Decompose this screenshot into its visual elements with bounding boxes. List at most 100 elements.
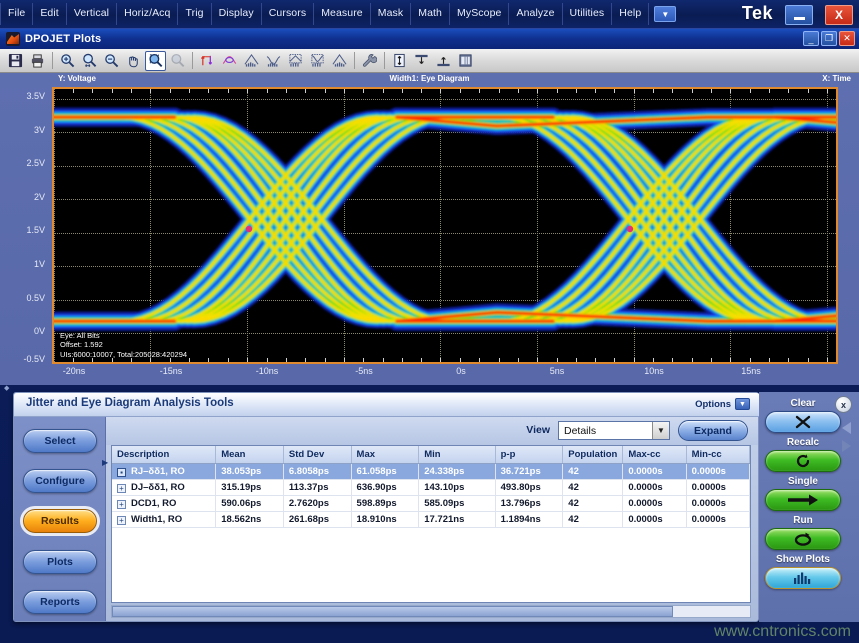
table-row[interactable]: +DCD1, RO590.06ps2.7620ps598.89ps585.09p… [112,496,750,512]
chevron-down-icon[interactable]: ▼ [735,398,750,410]
save-icon[interactable] [5,51,26,71]
menu-item-horiz-acq[interactable]: Horiz/Acq [117,3,178,25]
table-row[interactable]: +Width1, RO18.562ns261.68ps18.910ns17.72… [112,512,750,528]
dpojet-minimize-button[interactable]: _ [803,31,819,46]
col-max-cc[interactable]: Max-cc [623,446,686,464]
menu-item-math[interactable]: Math [411,3,450,25]
cell-min-cc: 0.0000s [686,512,749,528]
single-label: Single [763,476,843,487]
view-select[interactable]: Details ▼ [558,421,670,440]
histogram-peak-icon[interactable] [263,51,284,71]
eye-crossing-marker-left [246,226,252,232]
results-horizontal-scrollbar[interactable] [111,605,751,618]
eye-diagram-canvas[interactable]: Eye: All Bits Offset: 1.592 UIs:6000:100… [52,87,838,364]
edge-transition-icon[interactable] [197,51,218,71]
x-axis-ticks: -20ns -15ns -10ns -5ns 0s 5ns 10ns 15ns [52,366,838,382]
histogram-left-icon[interactable] [241,51,262,71]
col-description[interactable]: Description [112,446,216,464]
cell-p-p: 1.1894ns [495,512,563,528]
row-expand-icon[interactable]: + [117,484,126,493]
scrollbar-thumb[interactable] [112,606,673,617]
col-max[interactable]: Max [351,446,419,464]
run-button[interactable] [765,528,841,550]
cell-max: 61.058ps [351,464,419,480]
eye-mask-icon[interactable] [219,51,240,71]
col-mean[interactable]: Mean [216,446,284,464]
table-row[interactable]: +DJ–δδ1, RO315.19ps113.37ps636.90ps143.1… [112,480,750,496]
nav-button-reports[interactable]: Reports [23,590,97,614]
scope-close-button[interactable]: X [825,5,853,25]
menu-item-display[interactable]: Display [212,3,262,25]
menu-item-edit[interactable]: Edit [33,3,67,25]
top-marker-icon[interactable] [411,51,432,71]
options-label: Options [695,399,731,410]
show-plots-button[interactable] [765,567,841,589]
cell-max-cc: 0.0000s [623,464,686,480]
options-menu[interactable]: Options ▼ [695,398,750,410]
acquisition-control-rail: x Clear Recalc Single Run Show Plots [759,392,859,622]
arrow-right-icon [785,493,821,507]
row-expand-icon[interactable]: + [117,500,126,509]
col-min-cc[interactable]: Min-cc [686,446,749,464]
dpojet-close-button[interactable]: ✕ [839,31,855,46]
nav-button-plots[interactable]: Plots [23,550,97,574]
chevron-down-icon[interactable]: ▼ [652,422,669,439]
nav-button-results[interactable]: Results [23,509,97,533]
cell-description: ▪RJ–δδ1, RO [112,464,216,480]
grid-view-icon[interactable] [455,51,476,71]
cell-mean: 315.19ps [216,480,284,496]
menu-item-measure[interactable]: Measure [314,3,371,25]
cell-min: 143.10ps [419,480,495,496]
menu-item-analyze[interactable]: Analyze [509,3,562,25]
cell-population: 42 [563,496,623,512]
eye-annotation-block: Eye: All Bits Offset: 1.592 UIs:6000:100… [60,331,187,360]
zoom-box-icon[interactable] [79,51,100,71]
table-header-row: Description Mean Std Dev Max Min p-p Pop… [112,446,750,464]
cell-population: 42 [563,464,623,480]
zoom-out-icon[interactable] [101,51,122,71]
col-p-p[interactable]: p-p [495,446,563,464]
x-tick-0s: 0s [456,366,466,376]
bottom-marker-icon[interactable] [433,51,454,71]
col-min[interactable]: Min [419,446,495,464]
zoom-in-icon[interactable] [57,51,78,71]
vertical-cursor-icon[interactable] [389,51,410,71]
dpojet-restore-button[interactable]: ❐ [821,31,837,46]
y-axis-ticks: 3.5V 3V 2.5V 2V 1.5V 1V 0.5V 0V -0.5V [0,87,52,364]
single-button[interactable] [765,489,841,511]
menu-item-help[interactable]: Help [612,3,649,25]
menu-item-cursors[interactable]: Cursors [262,3,314,25]
zoom-reset-icon[interactable] [167,51,188,71]
results-table-container[interactable]: Description Mean Std Dev Max Min p-p Pop… [111,445,751,603]
zoom-select-icon[interactable] [145,51,166,71]
recalc-button[interactable] [765,450,841,472]
histogram-right-icon[interactable] [329,51,350,71]
pan-hand-icon[interactable] [123,51,144,71]
row-expand-icon[interactable]: + [117,516,126,525]
panel-resize-grip[interactable]: ◆ [4,386,10,392]
wrench-settings-icon[interactable] [359,51,380,71]
histogram-box-icon[interactable] [285,51,306,71]
expand-button[interactable]: Expand [678,420,748,441]
col-population[interactable]: Population [563,446,623,464]
print-icon[interactable] [27,51,48,71]
histogram-band-icon[interactable] [307,51,328,71]
nav-button-select[interactable]: Select [23,429,97,453]
col-std-dev[interactable]: Std Dev [283,446,351,464]
scope-minimize-button[interactable] [785,5,813,25]
nav-next-icon[interactable] [842,440,851,452]
plot-toolbar [0,49,859,73]
chevron-down-icon[interactable]: ▼ [654,6,676,22]
dpojet-app-icon [6,32,20,46]
table-row[interactable]: ▪RJ–δδ1, RO38.053ps6.8058ps61.058ps24.33… [112,464,750,480]
clear-button[interactable] [765,411,841,433]
menu-item-vertical[interactable]: Vertical [67,3,117,25]
nav-previous-icon[interactable] [842,422,851,434]
menu-item-myscope[interactable]: MyScope [450,3,509,25]
menu-item-trig[interactable]: Trig [178,3,211,25]
nav-button-configure[interactable]: Configure [23,469,97,493]
menu-item-utilities[interactable]: Utilities [563,3,613,25]
menu-item-mask[interactable]: Mask [371,3,412,25]
row-expand-icon[interactable]: ▪ [117,468,126,477]
menu-item-file[interactable]: File [0,3,33,25]
